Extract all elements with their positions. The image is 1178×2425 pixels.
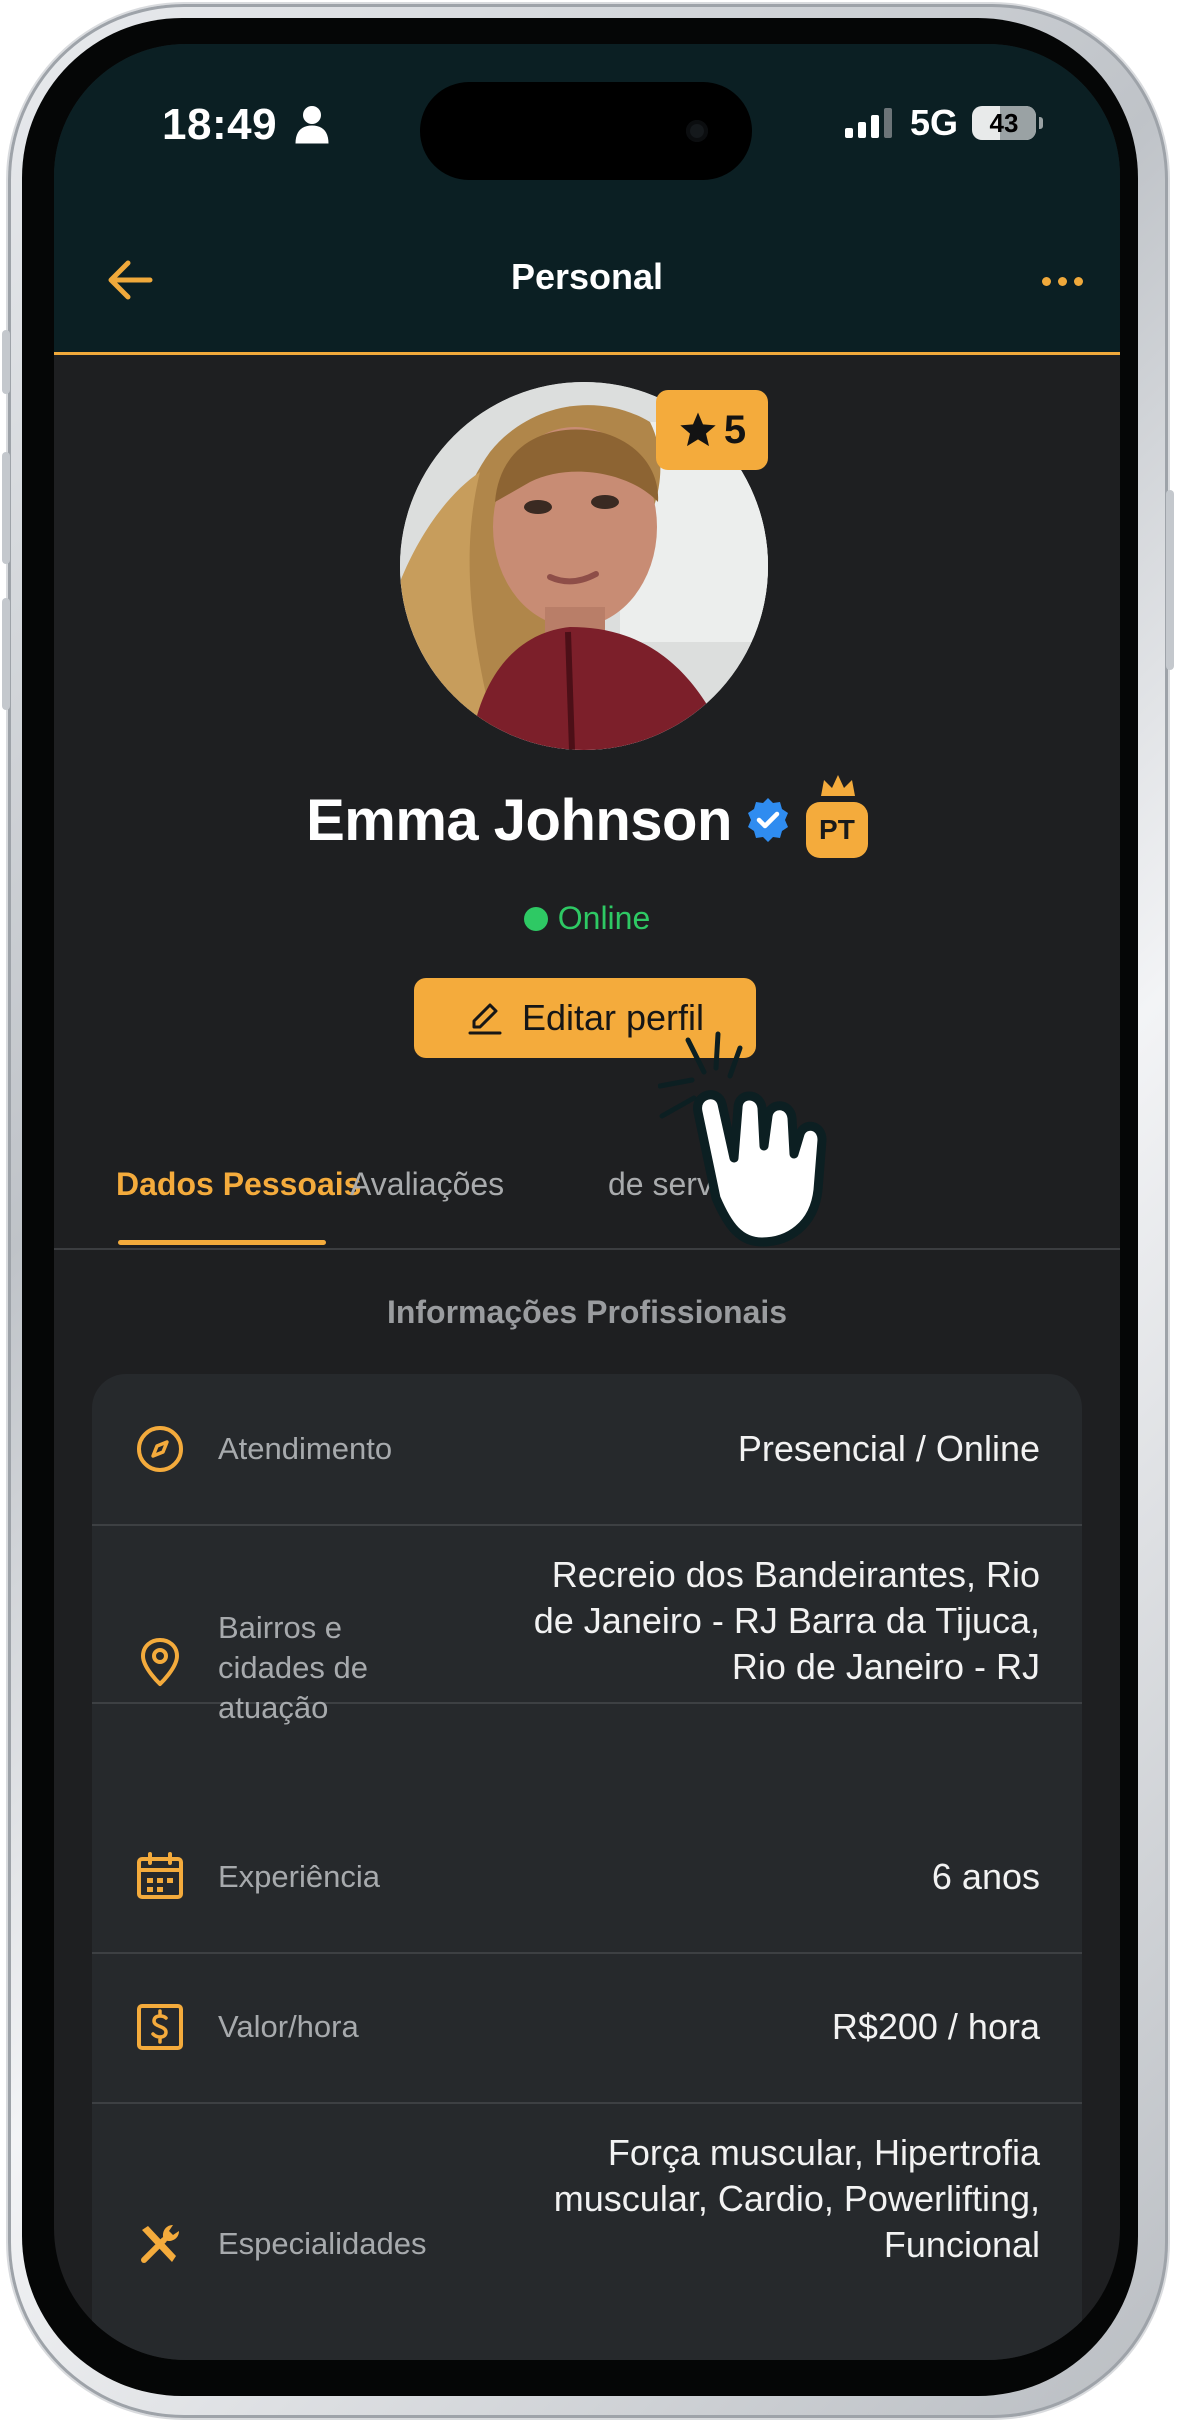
map-pin-icon: [141, 1638, 179, 1686]
online-status-label: Online: [557, 900, 651, 936]
role-badge: PT: [805, 775, 868, 858]
rating-value: 5: [723, 407, 747, 452]
info-row-label: Especialidades: [218, 2226, 427, 2261]
person-icon: [295, 106, 329, 144]
profile-tabs: Dados Pessoais Avaliações de serviço: [54, 1106, 1120, 1250]
tools-icon: [141, 2225, 179, 2263]
action-button: [2, 330, 10, 394]
info-row-especialidades: Especialidades Força muscular, Hipertrof…: [92, 2102, 1082, 2360]
profile-name-row: Emma Johnson PT: [54, 775, 1120, 858]
power-button: [1166, 490, 1174, 670]
calendar-icon: [137, 1852, 183, 1899]
section-title: Informações Profissionais: [386, 1294, 788, 1330]
info-row-bairros: Bairros e cidades de atuação Recreio dos…: [92, 1524, 1082, 1725]
camera-icon: [686, 120, 708, 142]
hand-pointer-icon: [658, 1031, 827, 1247]
battery-percentage: 43: [989, 107, 1019, 138]
dollar-icon: [137, 2004, 183, 2050]
volume-down-button: [2, 598, 10, 710]
more-horizontal-icon[interactable]: [1032, 256, 1092, 306]
info-row-label: Experiência: [218, 1859, 380, 1894]
info-row-valor-hora: Valor/hora R$200 / hora: [92, 1952, 1082, 2104]
verified-icon: [747, 798, 788, 842]
info-row-label: Valor/hora: [218, 2009, 359, 2044]
battery-icon: 43: [972, 106, 1043, 140]
status-indicators: 5G 43: [844, 102, 1043, 144]
online-status: Online: [54, 900, 1120, 937]
tab-avaliacoes[interactable]: Avaliações: [350, 1166, 504, 1203]
signal-icon: [844, 108, 892, 138]
info-row-experiencia: Experiência 6 anos: [92, 1802, 1082, 1954]
network-label: 5G: [909, 102, 958, 143]
app-screen: 18:49 5G 43 Personal 5 Emma Johnson PT O…: [54, 44, 1120, 2360]
pencil-icon: [468, 1003, 502, 1035]
active-tab-indicator: [118, 1240, 326, 1245]
dynamic-island: [420, 82, 752, 180]
compass-icon: [137, 1426, 183, 1472]
info-card: Atendimento Presencial / Online Bairros …: [92, 1374, 1082, 2360]
info-row-value: Força muscular, Hipertrofia muscular, Ca…: [553, 2132, 1040, 2265]
profile-name: Emma Johnson: [306, 787, 732, 853]
star-icon: [680, 412, 716, 447]
info-row-value: R$200 / hora: [831, 2006, 1040, 2047]
role-badge-label: PT: [819, 814, 855, 845]
crown-icon: [820, 775, 855, 796]
info-row-value: Presencial / Online: [737, 1428, 1040, 1469]
tab-dados-pessoais[interactable]: Dados Pessoais: [116, 1166, 361, 1203]
status-time: 18:49: [162, 100, 278, 149]
page-title: Personal: [510, 256, 664, 297]
volume-up-button: [2, 452, 10, 564]
app-header: 18:49 5G 43 Personal: [54, 44, 1120, 355]
rating-badge: 5: [656, 390, 768, 470]
info-row-atendimento: Atendimento Presencial / Online: [92, 1374, 1082, 1526]
info-row-label: Bairros e cidades de atuação: [218, 1610, 368, 1725]
info-row-value: 6 anos: [931, 1856, 1040, 1897]
info-row-value: Recreio dos Bandeirantes, Rio de Janeiro…: [533, 1554, 1040, 1687]
info-row-label: Atendimento: [218, 1431, 393, 1466]
online-dot-icon: [523, 906, 548, 931]
